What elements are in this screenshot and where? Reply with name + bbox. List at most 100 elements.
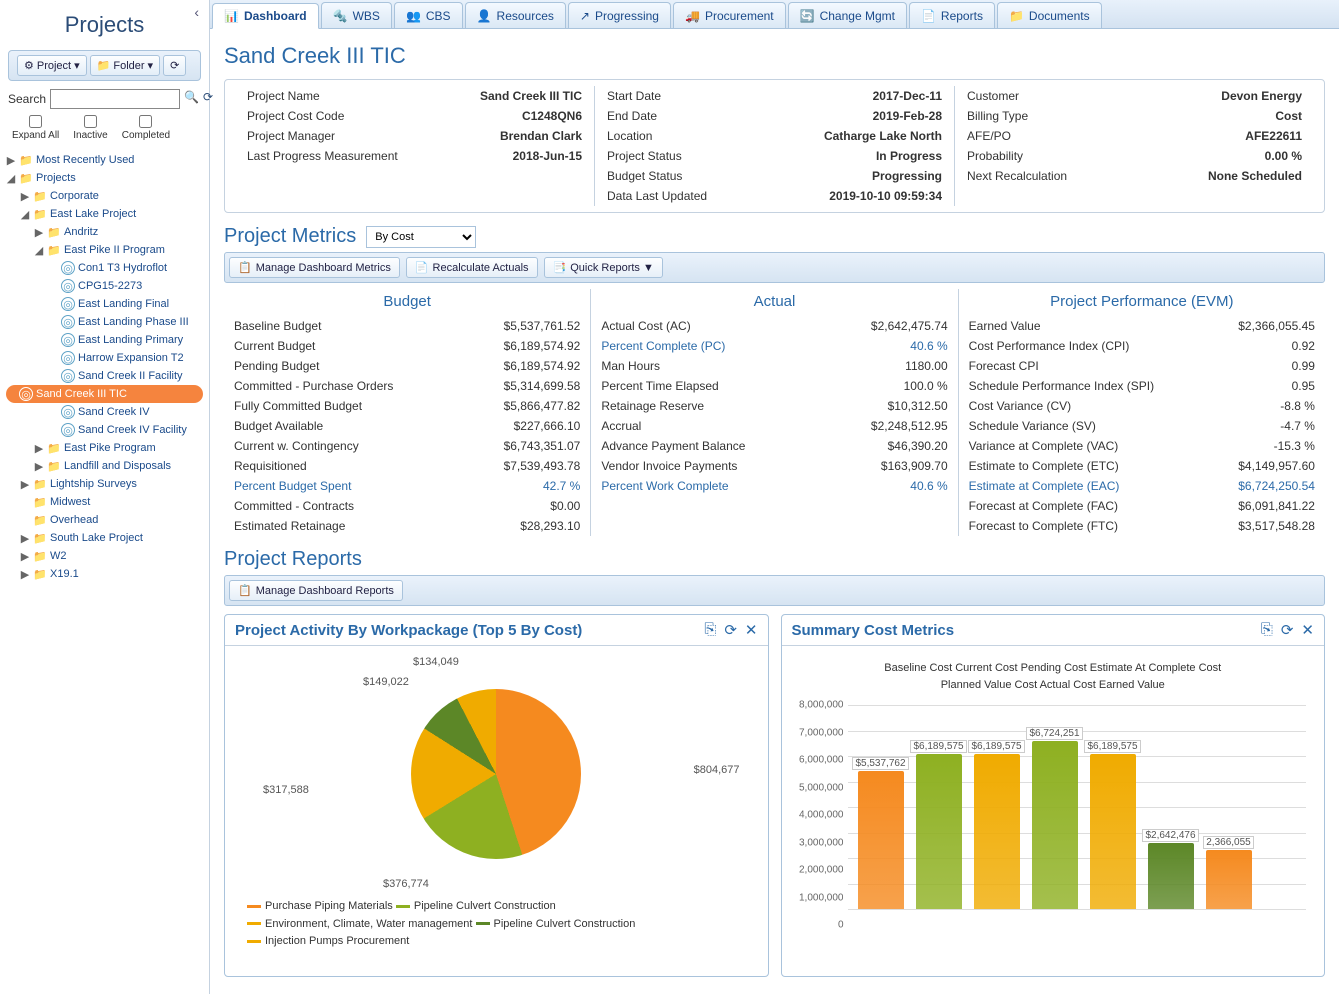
metrics-bycost-select[interactable]: By Cost: [366, 226, 476, 248]
tree-lightship[interactable]: ▶📁Lightship Surveys: [6, 475, 203, 493]
tree-project-item[interactable]: ◎CPG15-2273: [6, 277, 203, 295]
tab-change-mgmt[interactable]: 🔄Change Mgmt: [788, 2, 907, 28]
search-input[interactable]: [50, 89, 180, 109]
budget-heading: Budget: [234, 289, 580, 316]
metric-row: Budget Available$227,666.10: [234, 416, 580, 436]
action-icon: 📋: [238, 261, 252, 274]
folder-icon: 📁: [33, 567, 47, 581]
sidebar-toolbar: ⚙ Project▾ 📁 Folder▾ ⟳: [8, 50, 201, 81]
search-icon[interactable]: 🔍: [184, 90, 199, 108]
metric-row: Estimate at Complete (EAC)$6,724,250.54: [969, 476, 1315, 496]
folder-icon: 📁: [33, 531, 47, 545]
bar: $5,537,762: [858, 771, 904, 909]
metric-row: Current Budget$6,189,574.92: [234, 336, 580, 356]
main: 📊Dashboard🔩WBS👥CBS👤Resources↗Progressing…: [210, 0, 1339, 994]
manage-dashboard-reports-button[interactable]: 📋Manage Dashboard Reports: [229, 580, 403, 601]
tab-icon: 🔄: [800, 9, 815, 23]
tree-corporate[interactable]: ▶📁Corporate: [6, 187, 203, 205]
y-tick: 1,000,000: [790, 892, 844, 903]
tab-resources[interactable]: 👤Resources: [465, 2, 566, 28]
tree-project-item[interactable]: ◎Sand Creek IV Facility: [6, 421, 203, 439]
project-icon: ◎: [61, 423, 75, 437]
refresh-icon[interactable]: ⟳: [724, 621, 737, 639]
tree-project-item[interactable]: ◎Sand Creek II Facility: [6, 367, 203, 385]
tab-documents[interactable]: 📁Documents: [997, 2, 1102, 28]
tree-overhead[interactable]: 📁Overhead: [6, 511, 203, 529]
expand-all-checkbox[interactable]: [29, 115, 42, 128]
tree-project-item[interactable]: ◎Con1 T3 Hydroflot: [6, 259, 203, 277]
tab-icon: 📁: [1009, 9, 1024, 23]
tree-epike[interactable]: ▶📁East Pike Program: [6, 439, 203, 457]
export-icon[interactable]: ⎘: [1261, 621, 1273, 639]
tree-project-item[interactable]: ◎Sand Creek III TIC: [6, 385, 203, 403]
tree-project-item[interactable]: ◎East Landing Phase III: [6, 313, 203, 331]
tab-icon: 📄: [921, 9, 936, 23]
folder-icon: 📁: [47, 243, 61, 257]
metric-row: Cost Variance (CV)-8.8 %: [969, 396, 1315, 416]
folder-icon: 📁: [33, 513, 47, 527]
tree-midwest[interactable]: 📁Midwest: [6, 493, 203, 511]
y-tick: 5,000,000: [790, 782, 844, 793]
metric-row: Requisitioned$7,539,493.78: [234, 456, 580, 476]
metric-row: Fully Committed Budget$5,866,477.82: [234, 396, 580, 416]
y-tick: 6,000,000: [790, 755, 844, 766]
gear-icon: ⚙: [24, 59, 34, 72]
tree-eastlake[interactable]: ◢📁East Lake Project: [6, 205, 203, 223]
y-tick: 8,000,000: [790, 700, 844, 711]
project-dropdown-button[interactable]: ⚙ Project▾: [17, 55, 87, 76]
tab-wbs[interactable]: 🔩WBS: [321, 2, 392, 28]
close-icon[interactable]: ✕: [1301, 621, 1314, 639]
tree-project-item[interactable]: ◎East Landing Final: [6, 295, 203, 313]
tree-x19[interactable]: ▶📁X19.1: [6, 565, 203, 583]
tab-icon: ↗: [580, 9, 590, 23]
metric-row: Forecast to Complete (FTC)$3,517,548.28: [969, 516, 1315, 536]
folder-icon: 📁: [33, 477, 47, 491]
info-row: End Date2019-Feb-28: [607, 106, 942, 126]
metric-row: Cost Performance Index (CPI)0.92: [969, 336, 1315, 356]
info-row: Last Progress Measurement2018-Jun-15: [247, 146, 582, 166]
y-tick: 4,000,000: [790, 810, 844, 821]
action-button[interactable]: 📑Quick Reports ▼: [544, 257, 663, 278]
action-button[interactable]: 📋Manage Dashboard Metrics: [229, 257, 400, 278]
bar: $6,724,251: [1032, 741, 1078, 909]
inactive-checkbox[interactable]: [84, 115, 97, 128]
tab-cbs[interactable]: 👥CBS: [394, 2, 463, 28]
completed-checkbox[interactable]: [139, 115, 152, 128]
export-icon[interactable]: ⎘: [704, 621, 716, 639]
folder-dropdown-button[interactable]: 📁 Folder▾: [90, 55, 160, 76]
action-icon: 📄: [415, 261, 429, 274]
info-row: LocationCatharge Lake North: [607, 126, 942, 146]
tab-icon: 🔩: [333, 9, 348, 23]
metric-row: Schedule Performance Index (SPI)0.95: [969, 376, 1315, 396]
refresh-icon[interactable]: ⟳: [1281, 621, 1294, 639]
tree-andritz[interactable]: ▶📁Andritz: [6, 223, 203, 241]
project-icon: ◎: [61, 351, 75, 365]
tree-project-item[interactable]: ◎Harrow Expansion T2: [6, 349, 203, 367]
tree-project-item[interactable]: ◎East Landing Primary: [6, 331, 203, 349]
metric-row: Committed - Purchase Orders$5,314,699.58: [234, 376, 580, 396]
close-icon[interactable]: ✕: [745, 621, 758, 639]
folder-icon: 📁: [33, 549, 47, 563]
tab-procurement[interactable]: 🚚Procurement: [673, 2, 786, 28]
tree-mru[interactable]: ▶📁Most Recently Used: [6, 151, 203, 169]
tree-epike2[interactable]: ◢📁East Pike II Program: [6, 241, 203, 259]
refresh-button[interactable]: ⟳: [163, 55, 186, 76]
tree-southlake[interactable]: ▶📁South Lake Project: [6, 529, 203, 547]
sidebar-collapse-icon[interactable]: ‹: [194, 4, 199, 20]
info-row: Project ManagerBrendan Clark: [247, 126, 582, 146]
tree-w2[interactable]: ▶📁W2: [6, 547, 203, 565]
tree-projects[interactable]: ◢📁Projects: [6, 169, 203, 187]
refresh-icon: ⟳: [170, 59, 179, 72]
folder-icon: 📁: [19, 153, 33, 167]
tab-progressing[interactable]: ↗Progressing: [568, 2, 671, 28]
action-button[interactable]: 📄Recalculate Actuals: [406, 257, 538, 278]
tree-project-item[interactable]: ◎Sand Creek IV: [6, 403, 203, 421]
folder-icon: 📁: [33, 189, 47, 203]
bar-chart: 01,000,0002,000,0003,000,0004,000,0005,0…: [790, 695, 1317, 915]
tree-landfill[interactable]: ▶📁Landfill and Disposals: [6, 457, 203, 475]
info-row: Project Cost CodeC1248QN6: [247, 106, 582, 126]
tab-dashboard[interactable]: 📊Dashboard: [212, 3, 319, 29]
folder-icon: 📁: [33, 207, 47, 221]
tab-reports[interactable]: 📄Reports: [909, 2, 995, 28]
metric-row: Current w. Contingency$6,743,351.07: [234, 436, 580, 456]
